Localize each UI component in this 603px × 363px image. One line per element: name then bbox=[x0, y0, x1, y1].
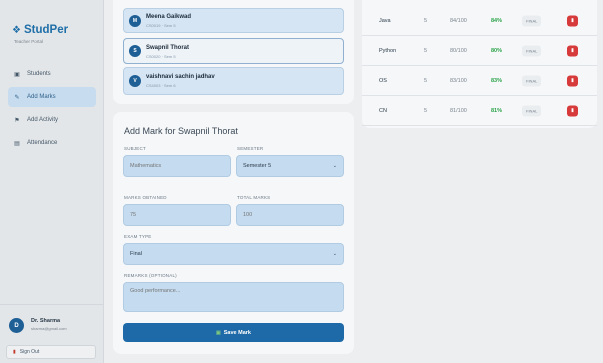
semester-cell: 5 bbox=[424, 77, 428, 84]
exam-type-badge: FINAL bbox=[522, 105, 542, 116]
subject-cell: Java bbox=[379, 17, 391, 24]
sign-out-icon: ▮ bbox=[13, 349, 16, 355]
marks-cell: 83/100 bbox=[450, 77, 467, 84]
semester-select[interactable]: Semester 5 ⌄ bbox=[236, 155, 344, 177]
student-avatar: S bbox=[129, 45, 141, 57]
marks-table: Java 5 84/100 84% FINAL ▮ Python 5 80/10… bbox=[362, 0, 597, 128]
user-profile: D Dr. Sharma sharma@gmail.com bbox=[0, 304, 104, 341]
sign-out-label: Sign Out bbox=[19, 349, 40, 355]
students-icon: ▣ bbox=[14, 71, 20, 78]
save-icon: ▣ bbox=[216, 329, 221, 336]
trash-icon: ▮ bbox=[571, 107, 574, 114]
portal-subtitle: Teacher Portal bbox=[14, 39, 44, 44]
student-name: Swapnil Thorat bbox=[146, 45, 190, 51]
delete-button[interactable]: ▮ bbox=[567, 105, 578, 116]
table-row: Python 5 80/100 80% FINAL ▮ bbox=[362, 36, 597, 66]
sidebar-item-add-marks[interactable]: ✎ Add Marks bbox=[8, 87, 96, 107]
marks-icon: ✎ bbox=[14, 94, 20, 101]
sidebar-item-label: Students bbox=[27, 71, 51, 77]
subject-cell: CN bbox=[379, 107, 387, 114]
trash-icon: ▮ bbox=[571, 17, 574, 24]
student-item-meena-gaikwad[interactable]: M Meena Gaikwad CS0019 · Sem 5 bbox=[123, 8, 344, 33]
subject-label: SUBJECT bbox=[124, 146, 146, 151]
semester-cell: 5 bbox=[424, 17, 428, 24]
sidebar: ❖ StudPer Teacher Portal ▣ Students ✎ Ad… bbox=[0, 0, 104, 363]
trash-icon: ▮ bbox=[571, 47, 574, 54]
student-name: Meena Gaikwad bbox=[146, 14, 192, 20]
marks-obtained-input[interactable] bbox=[123, 204, 231, 226]
table-row: CN 5 81/100 81% FINAL ▮ bbox=[362, 96, 597, 126]
percentage-cell: 80% bbox=[491, 47, 503, 54]
percentage-cell: 81% bbox=[491, 107, 503, 114]
activity-icon: ⚑ bbox=[14, 117, 20, 124]
graduation-cap-icon: ❖ bbox=[12, 24, 21, 36]
sidebar-item-label: Add Marks bbox=[27, 94, 56, 100]
form-title: Add Mark for Swapnil Thorat bbox=[124, 126, 238, 136]
subject-input[interactable] bbox=[123, 155, 231, 177]
chevron-down-icon: ⌄ bbox=[332, 163, 337, 169]
semester-cell: 5 bbox=[424, 47, 428, 54]
save-mark-button[interactable]: ▣ Save Mark bbox=[123, 323, 344, 342]
student-item-vaishnavi-jadhav[interactable]: V vaishnavi sachin jadhav CS4003 · Sem 6 bbox=[123, 67, 344, 95]
trash-icon: ▮ bbox=[571, 77, 574, 84]
app-logo[interactable]: ❖ StudPer bbox=[12, 24, 68, 36]
add-mark-form: Add Mark for Swapnil Thorat SUBJECT SEME… bbox=[113, 112, 354, 354]
exam-type-badge: FINAL bbox=[522, 75, 542, 86]
semester-cell: 5 bbox=[424, 107, 428, 114]
student-item-swapnil-thorat[interactable]: S Swapnil Thorat CS0020 · Sem 5 bbox=[123, 38, 344, 64]
marks-cell: 80/100 bbox=[450, 47, 467, 54]
student-id: CS4003 · Sem 6 bbox=[146, 83, 176, 88]
sidebar-item-label: Attendance bbox=[27, 140, 58, 146]
table-row: OS 5 83/100 83% FINAL ▮ bbox=[362, 66, 597, 96]
student-avatar: V bbox=[129, 75, 141, 87]
exam-type-select[interactable]: Final ⌄ bbox=[123, 243, 344, 265]
student-id: CS0019 · Sem 5 bbox=[146, 23, 176, 28]
chevron-down-icon: ⌄ bbox=[332, 251, 337, 257]
subject-cell: Python bbox=[379, 47, 397, 54]
marks-cell: 81/100 bbox=[450, 107, 467, 114]
marks-obtained-label: MARKS OBTAINED bbox=[124, 195, 167, 200]
attendance-icon: ▤ bbox=[14, 140, 20, 147]
semester-value: Semester 5 bbox=[243, 163, 272, 169]
sidebar-item-add-activity[interactable]: ⚑ Add Activity bbox=[8, 110, 96, 130]
delete-button[interactable]: ▮ bbox=[567, 75, 578, 86]
student-list: M Meena Gaikwad CS0019 · Sem 5 S Swapnil… bbox=[113, 0, 354, 104]
user-name: Dr. Sharma bbox=[31, 318, 61, 324]
avatar: D bbox=[9, 318, 24, 333]
user-email: sharma@gmail.com bbox=[31, 326, 67, 331]
semester-label: SEMESTER bbox=[237, 146, 264, 151]
sidebar-item-label: Add Activity bbox=[27, 117, 59, 123]
sidebar-item-students[interactable]: ▣ Students bbox=[8, 64, 96, 84]
percentage-cell: 84% bbox=[491, 17, 503, 24]
subject-cell: OS bbox=[379, 77, 387, 84]
exam-type-badge: FINAL bbox=[522, 15, 542, 26]
total-marks-label: TOTAL MARKS bbox=[237, 195, 271, 200]
student-name: vaishnavi sachin jadhav bbox=[146, 74, 215, 80]
sign-out-button[interactable]: ▮ Sign Out bbox=[6, 345, 96, 359]
delete-button[interactable]: ▮ bbox=[567, 45, 578, 56]
student-id: CS0020 · Sem 5 bbox=[146, 54, 176, 59]
remarks-label: REMARKS (OPTIONAL) bbox=[124, 273, 177, 278]
exam-type-label: EXAM TYPE bbox=[124, 234, 152, 239]
marks-cell: 84/100 bbox=[450, 17, 467, 24]
sidebar-item-attendance[interactable]: ▤ Attendance bbox=[8, 133, 96, 153]
sidebar-nav: ▣ Students ✎ Add Marks ⚑ Add Activity ▤ … bbox=[0, 64, 104, 156]
save-mark-label: Save Mark bbox=[223, 329, 251, 336]
table-row: Java 5 84/100 84% FINAL ▮ bbox=[362, 6, 597, 36]
percentage-cell: 83% bbox=[491, 77, 503, 84]
remarks-textarea[interactable] bbox=[123, 282, 344, 312]
exam-type-value: Final bbox=[130, 251, 142, 257]
exam-type-badge: FINAL bbox=[522, 45, 542, 56]
app-name: StudPer bbox=[23, 24, 69, 36]
total-marks-input[interactable] bbox=[236, 204, 344, 226]
student-avatar: M bbox=[129, 14, 141, 27]
delete-button[interactable]: ▮ bbox=[567, 15, 578, 26]
